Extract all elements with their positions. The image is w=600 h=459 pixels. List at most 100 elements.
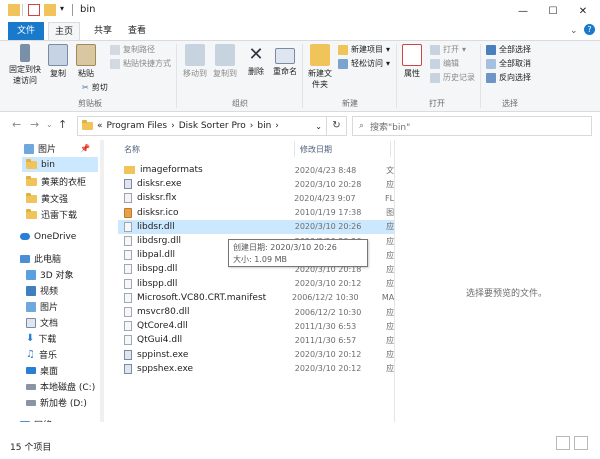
invert-selection-button[interactable]: 反向选择 <box>486 72 531 84</box>
nav-item-pictures-pinned[interactable]: 图片 📌 <box>24 141 90 156</box>
file-row[interactable]: QtGui4.dll 2011/1/30 6:57 应 <box>118 333 394 347</box>
file-row[interactable]: msvcr80.dll 2006/12/2 10:30 应 <box>118 305 394 319</box>
nav-item-folder[interactable]: 迅雷下载 <box>26 207 77 222</box>
nav-item-documents[interactable]: 文档 <box>26 315 58 330</box>
file-row[interactable]: QtCore4.dll 2011/1/30 6:53 应 <box>118 319 394 333</box>
move-to-button[interactable]: 移动到 <box>182 44 208 79</box>
copy-path-button[interactable]: 复制路径 <box>110 44 155 56</box>
nav-item-music[interactable]: ♫ 音乐 <box>26 347 57 362</box>
file-row[interactable]: disksr.flx 2020/4/23 9:07 FL <box>118 191 394 205</box>
breadcrumb[interactable]: Disk Sorter Pro <box>179 121 246 131</box>
tab-share[interactable]: 共享 <box>86 22 120 40</box>
select-all-button[interactable]: 全部选择 <box>486 44 531 56</box>
file-name-cell: sppinst.exe <box>118 349 295 360</box>
pin-to-quick-access-button[interactable]: 固定到快速访问 <box>8 44 42 86</box>
desktop-icon <box>26 367 36 374</box>
nav-item-pictures[interactable]: 图片 <box>26 299 58 314</box>
details-view-button[interactable] <box>556 436 570 450</box>
paste-button[interactable]: 粘贴 <box>74 44 98 79</box>
file-row[interactable]: disksr.exe 2020/3/10 20:28 应 <box>118 177 394 191</box>
nav-item-desktop[interactable]: 桌面 <box>26 363 58 378</box>
properties-button[interactable]: 属性 <box>400 44 424 79</box>
file-name: sppinst.exe <box>137 349 189 360</box>
nav-item-videos[interactable]: 视频 <box>26 283 58 298</box>
nav-item-this-pc[interactable]: 此电脑 <box>20 251 61 266</box>
copy-to-button[interactable]: 复制到 <box>212 44 238 79</box>
file-row[interactable]: libdsr.dll 2020/3/10 20:26 应 <box>118 219 394 234</box>
file-date: 2006/12/2 10:30 <box>294 307 362 317</box>
cut-button[interactable]: ✂ 剪切 <box>82 82 108 94</box>
file-name: Microsoft.VC80.CRT.manifest <box>137 292 267 303</box>
delete-button[interactable]: ✕ 删除 <box>244 44 268 77</box>
easy-access-button[interactable]: 轻松访问 ▾ <box>338 58 390 70</box>
file-row[interactable]: sppinst.exe 2020/3/10 20:12 应 <box>118 348 394 362</box>
maximize-button[interactable]: ☐ <box>538 0 568 22</box>
divider <box>22 4 23 16</box>
column-divider[interactable] <box>390 141 391 157</box>
breadcrumb[interactable]: Program Files <box>107 121 168 131</box>
open-group-label: 打开 <box>429 99 445 108</box>
ribbon-divider <box>176 44 177 108</box>
nav-item-folder[interactable]: 黄莱的衣柜 <box>26 174 86 189</box>
quick-access-dropdown-icon[interactable]: ▾ <box>60 4 64 13</box>
file-type: 图 <box>386 208 394 218</box>
tab-file[interactable]: 文件 <box>8 22 44 40</box>
history-button[interactable]: 历史记录 <box>430 72 475 84</box>
nav-item-drive-d[interactable]: 新加卷 (D:) <box>26 395 87 410</box>
expand-ribbon-icon[interactable]: ⌄ <box>570 26 578 36</box>
pin-icon: 📌 <box>80 144 90 153</box>
select-none-button[interactable]: 全部取消 <box>486 58 531 70</box>
tab-view[interactable]: 查看 <box>120 22 154 40</box>
forward-arrow-icon[interactable]: → <box>30 118 39 131</box>
rename-button[interactable]: 重命名 <box>272 44 298 77</box>
new-folder-button[interactable]: 新建文件夹 <box>306 44 334 90</box>
nav-item-folder[interactable]: 黄文强 <box>26 191 68 206</box>
new-item-button[interactable]: 新建项目 ▾ <box>338 44 390 56</box>
file-row[interactable]: sppshex.exe 2020/3/10 20:12 应 <box>118 362 394 376</box>
folder-icon <box>8 4 20 16</box>
file-name: QtGui4.dll <box>137 335 183 346</box>
file-date: 2011/1/30 6:53 <box>294 321 357 331</box>
large-icons-view-button[interactable] <box>574 436 588 450</box>
file-row[interactable]: imageformats 2020/4/23 8:48 文 <box>118 163 394 177</box>
file-row[interactable]: libspp.dll 2020/3/10 20:12 应 <box>118 277 394 291</box>
paste-shortcut-button[interactable]: 粘贴快捷方式 <box>110 58 171 70</box>
search-input[interactable]: ⌕ 搜索"bin" <box>352 116 592 136</box>
nav-item-bin[interactable]: bin <box>22 157 98 172</box>
column-divider[interactable] <box>294 141 295 157</box>
column-header-date[interactable]: 修改日期 <box>300 143 332 157</box>
open-button[interactable]: 打开 ▾ <box>430 44 466 56</box>
breadcrumb-separator-icon: › <box>275 121 279 131</box>
column-header-name[interactable]: 名称 <box>124 143 140 157</box>
folder-icon <box>26 175 37 186</box>
copy-icon <box>48 44 68 66</box>
breadcrumb-overflow[interactable]: « <box>97 121 103 131</box>
window-title: bin <box>80 4 96 15</box>
dll-file-icon <box>124 321 132 332</box>
refresh-button[interactable]: ↻ <box>327 116 347 136</box>
edit-button[interactable]: 编辑 <box>430 58 459 70</box>
address-bar[interactable]: « Program Files › Disk Sorter Pro › bin … <box>77 116 327 136</box>
minimize-button[interactable]: — <box>508 0 538 22</box>
properties-quick-icon[interactable] <box>28 4 40 16</box>
address-dropdown-icon[interactable]: ⌄ <box>315 122 326 131</box>
recent-locations-icon[interactable]: ⌄ <box>46 120 53 129</box>
nav-item-drive-c[interactable]: 本地磁盘 (C:) <box>26 379 95 394</box>
cube-icon <box>26 269 36 280</box>
file-name-cell: imageformats <box>118 165 295 175</box>
nav-item-onedrive[interactable]: OneDrive <box>20 229 76 244</box>
new-folder-quick-icon[interactable] <box>44 4 56 16</box>
back-arrow-icon[interactable]: ← <box>12 118 21 131</box>
close-button[interactable]: ✕ <box>568 0 598 22</box>
file-type: 应 <box>386 250 394 260</box>
copy-button[interactable]: 复制 <box>46 44 70 79</box>
nav-item-downloads[interactable]: ⬇ 下载 <box>26 331 56 346</box>
breadcrumb[interactable]: bin <box>257 121 271 131</box>
file-row[interactable]: disksr.ico 2010/1/19 17:38 图 <box>118 206 394 220</box>
title-divider <box>72 4 73 16</box>
tab-home[interactable]: 主页 <box>48 22 80 40</box>
file-row[interactable]: Microsoft.VC80.CRT.manifest 2006/12/2 10:… <box>118 291 394 305</box>
up-arrow-icon[interactable]: ↑ <box>58 118 67 131</box>
nav-item-3d-objects[interactable]: 3D 对象 <box>26 267 74 282</box>
help-icon[interactable]: ? <box>584 24 595 35</box>
